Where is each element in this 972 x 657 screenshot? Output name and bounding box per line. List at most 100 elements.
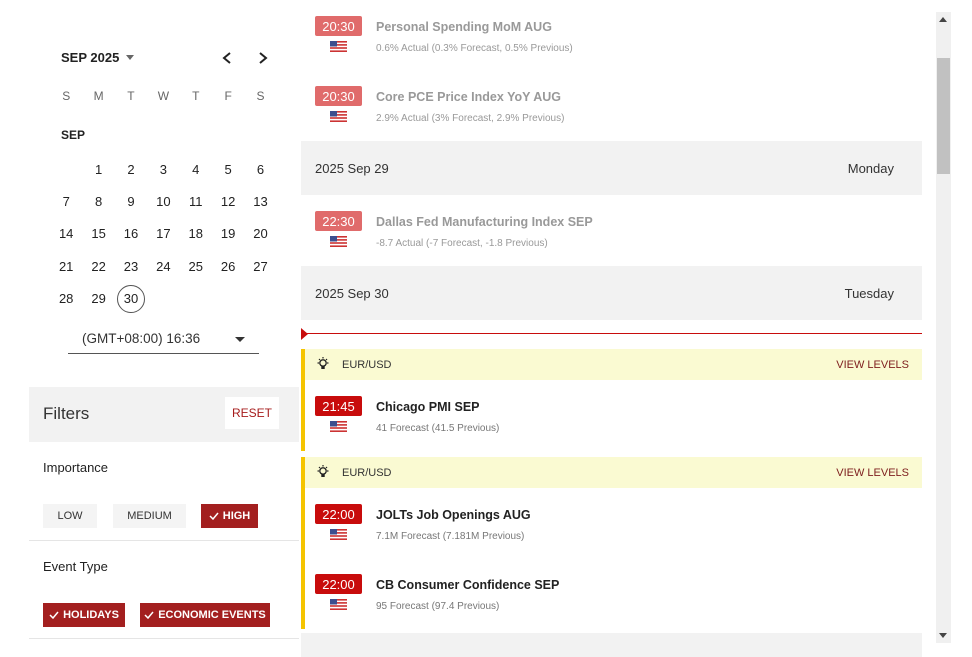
event-row[interactable]: 22:30 Dallas Fed Manufacturing Index SEP…: [301, 207, 922, 265]
event-title: Core PCE Price Index YoY AUG: [376, 90, 562, 104]
time-badge: 20:30: [315, 16, 362, 36]
event-row[interactable]: 20:30 Core PCE Price Index YoY AUG 2.9% …: [301, 82, 922, 140]
day-number: 24: [156, 258, 171, 274]
calendar-day[interactable]: 27: [244, 250, 276, 282]
weekday-label: W: [157, 89, 170, 103]
calendar-day[interactable]: 7: [50, 185, 82, 217]
economic-events-chip[interactable]: ECONOMIC EVENTS: [140, 603, 270, 627]
calendar-day[interactable]: 22: [82, 250, 114, 282]
date-label: 2025 Sep 29: [315, 161, 389, 176]
currency-group: EUR/USD VIEW LEVELS 21:45 Chicago PMI SE…: [301, 349, 922, 451]
lightbulb-icon: [317, 465, 329, 477]
filters-title: Filters: [43, 404, 90, 423]
event-title: CB Consumer Confidence SEP: [376, 578, 560, 592]
scrollbar[interactable]: [936, 12, 951, 643]
event-title: JOLTs Job Openings AUG: [376, 508, 531, 522]
calendar-day[interactable]: 2: [115, 153, 147, 185]
event-type-label: Event Type: [43, 559, 108, 574]
calendar-day[interactable]: 15: [82, 218, 114, 250]
month-selector[interactable]: SEP 2025: [61, 50, 135, 65]
economic-calendar-app: SEP 2025 SMTWTFS SEP 1 2 3 4 5 6 7 8 9 10 11 12 13 14…: [0, 0, 972, 657]
event-detail: 41 Forecast (41.5 Previous): [376, 423, 500, 434]
calendar-day[interactable]: 14: [50, 218, 82, 250]
view-levels-link[interactable]: VIEW LEVELS: [836, 467, 909, 479]
day-number: 20: [253, 226, 268, 242]
weekday-label: Tuesday: [844, 286, 894, 301]
calendar-day[interactable]: 13: [244, 185, 276, 217]
calendar-day[interactable]: 18: [180, 218, 212, 250]
day-number: 13: [253, 194, 268, 210]
current-time-line: [301, 333, 922, 334]
weekday-header: SMTWTFS: [50, 89, 277, 103]
reset-button[interactable]: RESET: [225, 397, 279, 429]
prev-month-button[interactable]: [219, 50, 235, 66]
calendar-day[interactable]: 20: [244, 218, 276, 250]
calendar-day[interactable]: 16: [115, 218, 147, 250]
day-number: 21: [58, 258, 74, 274]
importance-medium-chip[interactable]: MEDIUM: [113, 504, 186, 528]
currency-pair: EUR/USD: [342, 359, 392, 371]
importance-low-chip[interactable]: LOW: [43, 504, 97, 528]
chip-label: ECONOMIC EVENTS: [158, 609, 266, 621]
date-row: 2025 Sep 29 Monday: [301, 141, 922, 195]
day-number: 11: [189, 194, 203, 210]
day-number: 15: [91, 226, 106, 242]
event-detail: 95 Forecast (97.4 Previous): [376, 601, 500, 612]
weekday-label: T: [127, 89, 135, 103]
calendar-day[interactable]: 11: [180, 185, 212, 217]
event-row[interactable]: 21:45 Chicago PMI SEP 41 Forecast (41.5 …: [305, 392, 922, 450]
calendar-day[interactable]: 26: [212, 250, 244, 282]
scroll-up-icon[interactable]: [939, 17, 947, 22]
calendar-day[interactable]: 1: [82, 153, 114, 185]
calendar-day[interactable]: 4: [180, 153, 212, 185]
calendar-day[interactable]: 9: [115, 185, 147, 217]
calendar-day[interactable]: 30: [115, 283, 147, 315]
event-row[interactable]: 20:30 Personal Spending MoM AUG 0.6% Act…: [301, 12, 922, 72]
next-month-button[interactable]: [255, 50, 271, 66]
weekday-label: S: [62, 89, 71, 103]
day-number: 28: [58, 291, 74, 307]
calendar-day[interactable]: 8: [82, 185, 114, 217]
check-icon: [209, 512, 219, 520]
calendar-day[interactable]: 10: [147, 185, 179, 217]
calendar-day[interactable]: 29: [82, 283, 114, 315]
day-number: 26: [220, 258, 236, 274]
scroll-down-icon[interactable]: [939, 633, 947, 638]
day-number: 18: [188, 226, 203, 242]
day-grid: 1 2 3 4 5 6 7 8 9 10 11 12 13 14 15 16 17 18 19 20 21 22 23 24 2…: [50, 153, 277, 315]
day-number: 22: [91, 258, 106, 274]
calendar-day[interactable]: 23: [115, 250, 147, 282]
time-badge: 22:00: [315, 574, 362, 594]
calendar-day[interactable]: 21: [50, 250, 82, 282]
calendar-day[interactable]: 28: [50, 283, 82, 315]
holidays-chip[interactable]: HOLIDAYS: [43, 603, 125, 627]
caret-down-icon: [126, 55, 135, 60]
day-number: 1: [94, 161, 103, 177]
calendar-day[interactable]: 25: [180, 250, 212, 282]
us-flag-icon: [330, 41, 347, 52]
day-number: 8: [94, 194, 103, 210]
day-number: 25: [188, 258, 203, 274]
chip-label: MEDIUM: [127, 510, 172, 522]
day-number: 6: [256, 161, 265, 177]
calendar-day[interactable]: 5: [212, 153, 244, 185]
time-badge: 22:00: [315, 504, 362, 524]
calendar-day[interactable]: 24: [147, 250, 179, 282]
event-row[interactable]: 22:00 CB Consumer Confidence SEP 95 Fore…: [305, 570, 922, 628]
calendar-day[interactable]: 3: [147, 153, 179, 185]
event-row[interactable]: 22:00 JOLTs Job Openings AUG 7.1M Foreca…: [305, 500, 922, 558]
view-levels-link[interactable]: VIEW LEVELS: [836, 359, 909, 371]
time-badge: 22:30: [315, 211, 362, 231]
calendar-day[interactable]: 6: [244, 153, 276, 185]
calendar-day[interactable]: 17: [147, 218, 179, 250]
calendar-day[interactable]: 19: [212, 218, 244, 250]
day-number: 27: [253, 258, 268, 274]
currency-pair: EUR/USD: [342, 467, 392, 479]
month-title: SEP 2025: [61, 50, 120, 65]
calendar-day[interactable]: 12: [212, 185, 244, 217]
day-number: 9: [127, 194, 135, 210]
scroll-thumb[interactable]: [937, 58, 950, 174]
timezone-select[interactable]: (GMT+08:00) 16:36: [68, 324, 259, 354]
day-number: 4: [192, 161, 200, 177]
importance-high-chip[interactable]: HIGH: [201, 504, 258, 528]
